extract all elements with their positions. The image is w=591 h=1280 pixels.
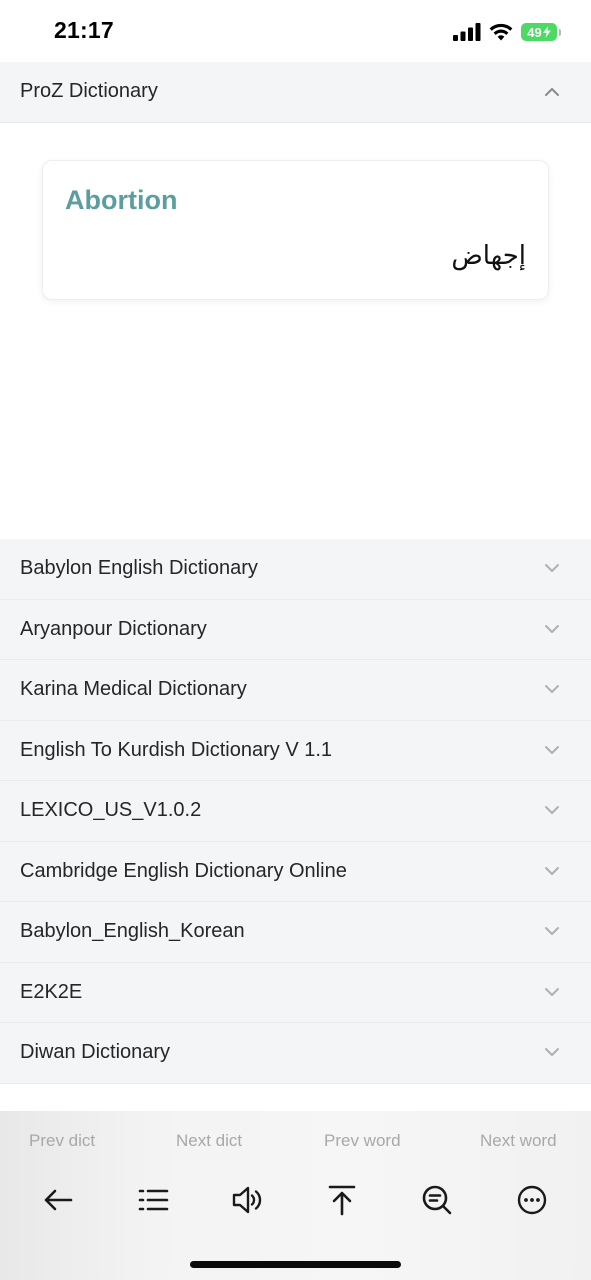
back-button[interactable] <box>41 1183 75 1217</box>
chevron-down-icon[interactable] <box>543 1043 561 1061</box>
dictionary-header-proz[interactable]: ProZ Dictionary <box>0 62 591 123</box>
chevron-down-icon[interactable] <box>543 741 561 759</box>
dictionary-row-label: Karina Medical Dictionary <box>20 678 247 700</box>
bottom-toolbar: Prev dict Next dict Prev word Next word <box>0 1111 591 1280</box>
chevron-down-icon[interactable] <box>543 680 561 698</box>
scroll-to-top-button[interactable] <box>325 1183 359 1217</box>
battery-charging-icon: 49 <box>521 23 557 41</box>
wifi-icon <box>489 23 513 41</box>
back-arrow-icon <box>44 1189 73 1211</box>
chevron-down-icon[interactable] <box>543 983 561 1001</box>
search-zoom-button[interactable] <box>420 1183 454 1217</box>
chevron-down-icon[interactable] <box>543 922 561 940</box>
dictionary-content: Abortion إجهاض <box>0 123 591 539</box>
dictionary-row-label: Aryanpour Dictionary <box>20 617 207 640</box>
chevron-down-icon[interactable] <box>543 862 561 880</box>
cellular-signal-icon <box>453 23 481 41</box>
dictionary-row-label: Babylon_English_Korean <box>20 920 245 942</box>
speaker-button[interactable] <box>230 1183 264 1217</box>
dictionary-row-english-kurdish[interactable]: English To Kurdish Dictionary V 1.1 <box>0 721 591 781</box>
dictionary-row-cambridge[interactable]: Cambridge English Dictionary Online <box>0 842 591 902</box>
battery-tip <box>559 28 561 36</box>
nav-labels: Prev dict Next dict Prev word Next word <box>0 1131 591 1153</box>
prev-dict-button[interactable]: Prev dict <box>29 1131 95 1151</box>
next-dict-button[interactable]: Next dict <box>176 1131 242 1151</box>
dictionary-row-label: Cambridge English Dictionary Online <box>20 859 347 882</box>
chevron-down-icon[interactable] <box>543 559 561 577</box>
dictionary-row-aryanpour[interactable]: Aryanpour Dictionary <box>0 600 591 660</box>
more-icon <box>517 1185 547 1215</box>
status-time: 21:17 <box>54 17 114 43</box>
dictionary-row-label: Babylon English Dictionary <box>20 557 258 579</box>
screen: 21:17 49 ProZ Dictionary Abortion إجهاض … <box>0 0 591 1280</box>
dictionary-row-label: E2K2E <box>20 980 83 1003</box>
dictionary-row-diwan[interactable]: Diwan Dictionary <box>0 1023 591 1084</box>
entry-translation: إجهاض <box>451 241 526 271</box>
dictionary-list: Babylon English Dictionary Aryanpour Dic… <box>0 539 591 1084</box>
search-zoom-icon <box>422 1185 452 1215</box>
status-bar: 21:17 49 <box>0 0 591 62</box>
list-button[interactable] <box>136 1183 170 1217</box>
dictionary-row-karina-medical[interactable]: Karina Medical Dictionary <box>0 660 591 721</box>
chevron-down-icon[interactable] <box>543 801 561 819</box>
dictionary-row-label: LEXICO_US_V1.0.2 <box>20 799 202 821</box>
more-button[interactable] <box>515 1183 549 1217</box>
dictionary-row-label: Diwan Dictionary <box>20 1041 171 1063</box>
dictionary-row-babylon-english[interactable]: Babylon English Dictionary <box>0 539 591 600</box>
dictionary-title: ProZ Dictionary <box>20 80 158 102</box>
dictionary-row-e2k2e[interactable]: E2K2E <box>0 963 591 1023</box>
scroll-to-top-icon <box>328 1185 356 1216</box>
speaker-icon <box>232 1186 262 1214</box>
status-icons: 49 <box>453 20 561 44</box>
dictionary-row-label: English To Kurdish Dictionary V 1.1 <box>20 738 333 761</box>
chevron-up-icon[interactable] <box>543 83 561 101</box>
chevron-down-icon[interactable] <box>543 620 561 638</box>
entry-word: Abortion <box>65 185 178 215</box>
dictionary-row-babylon-korean[interactable]: Babylon_English_Korean <box>0 902 591 963</box>
list-icon <box>138 1189 169 1211</box>
entry-card: Abortion إجهاض <box>42 160 549 300</box>
home-indicator[interactable] <box>190 1261 401 1268</box>
dictionary-row-lexico[interactable]: LEXICO_US_V1.0.2 <box>0 781 591 842</box>
prev-word-button[interactable]: Prev word <box>324 1131 401 1151</box>
battery-level: 49 <box>527 24 542 40</box>
next-word-button[interactable]: Next word <box>480 1131 557 1151</box>
